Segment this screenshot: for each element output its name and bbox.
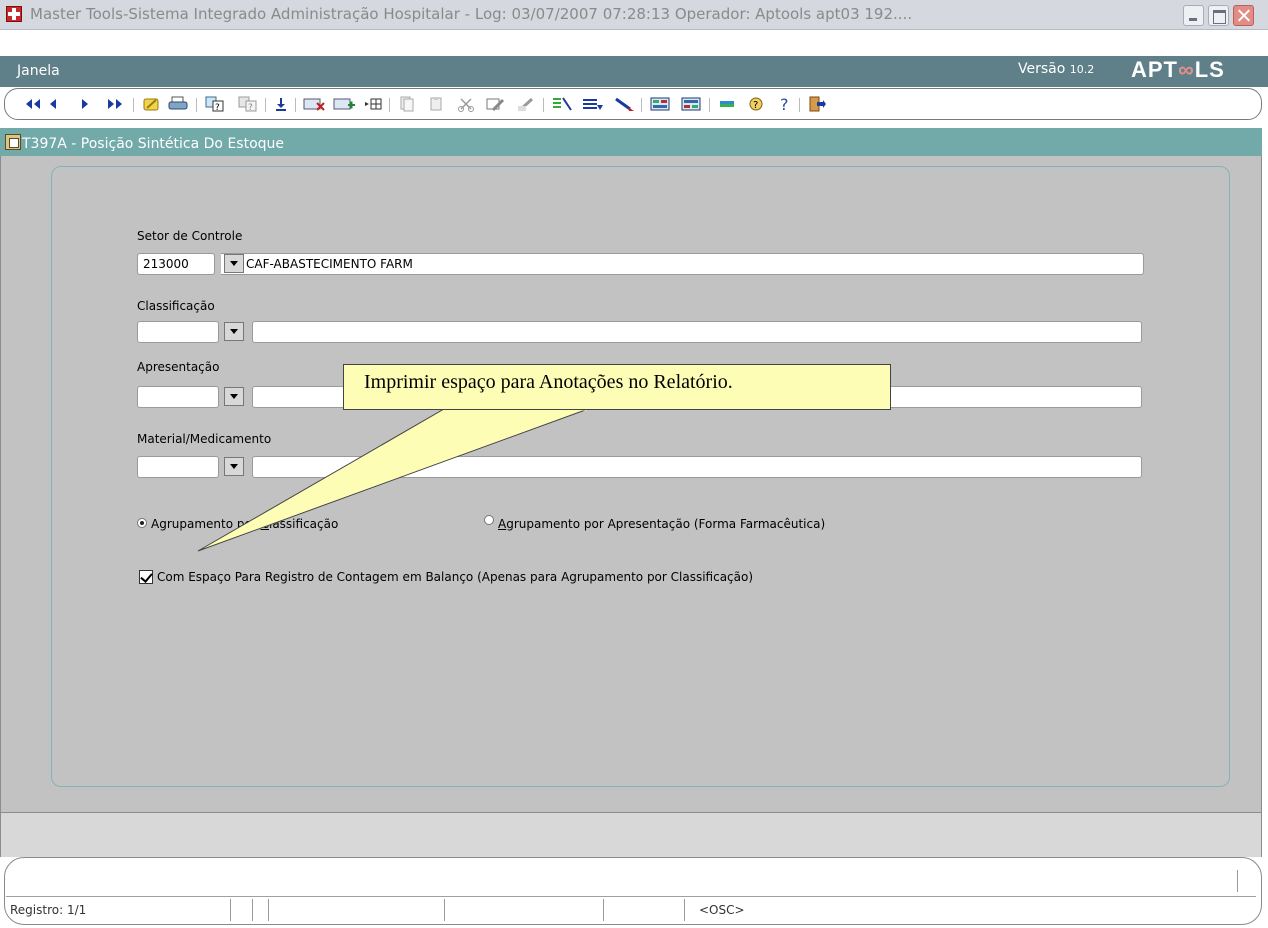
mode-indicator: <OSC> — [699, 903, 745, 917]
application-window: Master Tools-Sistema Integrado Administr… — [0, 0, 1268, 928]
tooltip: Imprimir espaço para Anotações no Relató… — [343, 364, 891, 410]
status-bar — [6, 896, 1256, 924]
status-separator — [444, 899, 445, 921]
status-separator — [684, 899, 685, 921]
status-divider — [1237, 870, 1238, 892]
record-counter: Registro: 1/1 — [10, 903, 87, 917]
bottom-area — [0, 813, 1262, 857]
status-separator — [230, 899, 231, 921]
status-separator — [252, 899, 253, 921]
status-separator — [603, 899, 604, 921]
status-separator — [268, 899, 269, 921]
tooltip-pointer — [197, 407, 589, 552]
